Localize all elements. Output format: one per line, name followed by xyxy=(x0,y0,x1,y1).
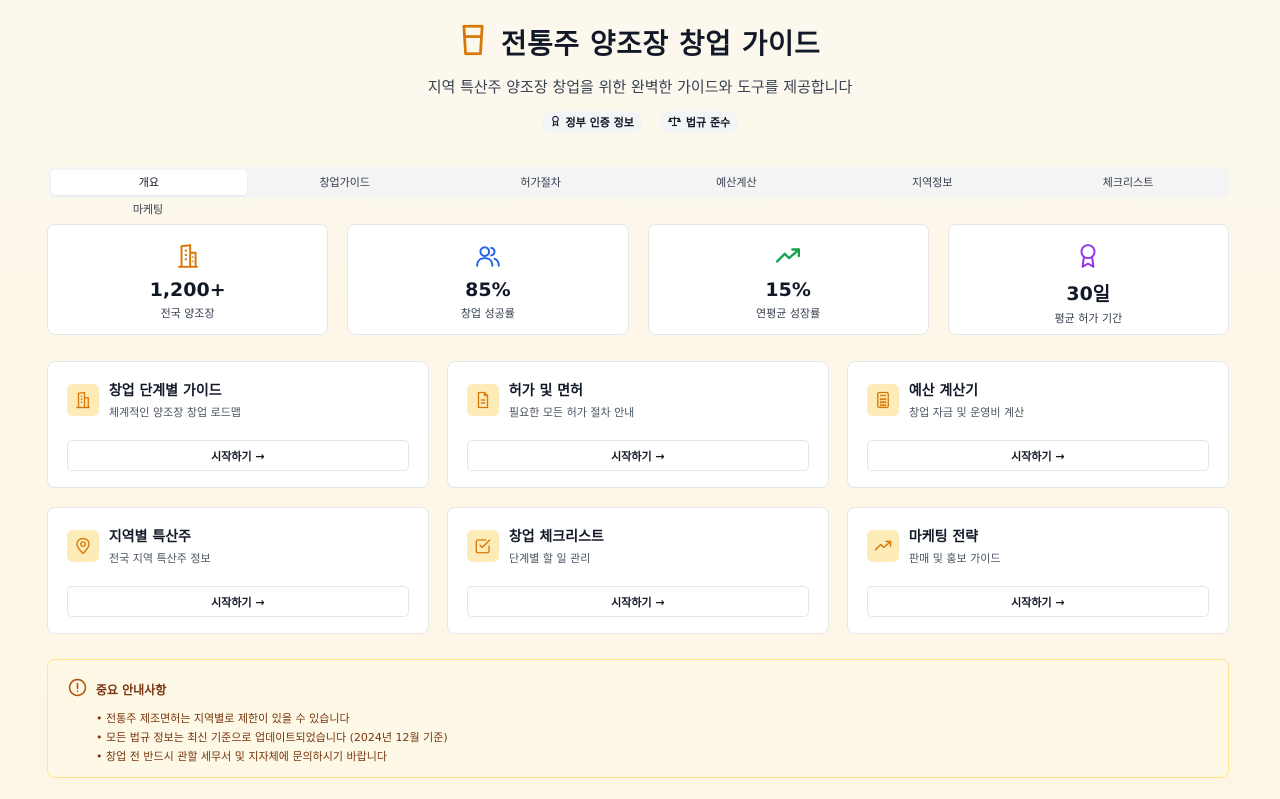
feature-card: 창업 단계별 가이드 체계적인 양조장 창업 로드맵 시작하기 → xyxy=(47,361,429,488)
building-icon xyxy=(175,243,201,273)
card-header: 지역별 특산주 전국 지역 특산주 정보 xyxy=(67,528,409,566)
card-description: 단계별 할 일 관리 xyxy=(509,552,591,565)
page-header: 전통주 양조장 창업 가이드 지역 특산주 양조장 창업을 위한 완벽한 가이드… xyxy=(0,0,1280,133)
start-button[interactable]: 시작하기 → xyxy=(467,440,809,471)
title-row: 전통주 양조장 창업 가이드 xyxy=(0,22,1280,62)
alert-circle-icon xyxy=(68,678,87,701)
card-text: 창업 체크리스트 단계별 할 일 관리 xyxy=(509,528,604,566)
notice-list: • 전통주 제조면허는 지역별로 제한이 있을 수 있습니다 • 모든 법규 정… xyxy=(68,709,1208,766)
feature-card: 창업 체크리스트 단계별 할 일 관리 시작하기 → xyxy=(447,507,829,634)
tab-regions[interactable]: 지역정보 xyxy=(834,170,1030,195)
card-text: 마케팅 전략 판매 및 홍보 가이드 xyxy=(909,528,1000,566)
start-button[interactable]: 시작하기 → xyxy=(467,586,809,617)
tab-overview[interactable]: 개요 xyxy=(51,170,247,195)
stat-card: 30일 평균 허가 기간 xyxy=(947,224,1229,335)
feature-cards: 창업 단계별 가이드 체계적인 양조장 창업 로드맵 시작하기 → 허가 및 면… xyxy=(47,361,1229,634)
start-button[interactable]: 시작하기 → xyxy=(867,440,1209,471)
card-text: 허가 및 면허 필요한 모든 허가 절차 안내 xyxy=(509,382,634,420)
card-header: 예산 계산기 창업 자금 및 운영비 계산 xyxy=(867,382,1209,420)
card-title: 예산 계산기 xyxy=(909,383,979,399)
page-title: 전통주 양조장 창업 가이드 xyxy=(501,27,821,60)
card-description: 전국 지역 특산주 정보 xyxy=(109,552,211,565)
building-icon xyxy=(67,384,99,416)
notice-item: • 창업 전 반드시 관할 세무서 및 지자체에 문의하시기 바랍니다 xyxy=(96,750,387,763)
document-icon xyxy=(467,384,499,416)
tab-startup-guide[interactable]: 창업가이드 xyxy=(247,170,443,195)
card-description: 판매 및 홍보 가이드 xyxy=(909,552,1001,565)
stat-value: 85% xyxy=(465,279,511,301)
beer-glass-icon xyxy=(459,24,487,60)
feature-card: 마케팅 전략 판매 및 홍보 가이드 시작하기 → xyxy=(847,507,1229,634)
stat-value: 30일 xyxy=(1066,283,1111,305)
card-text: 예산 계산기 창업 자금 및 운영비 계산 xyxy=(909,382,1024,420)
card-header: 허가 및 면허 필요한 모든 허가 절차 안내 xyxy=(467,382,809,420)
notice-title: 중요 안내사항 xyxy=(96,683,167,697)
feature-card: 지역별 특산주 전국 지역 특산주 정보 시작하기 → xyxy=(47,507,429,634)
stat-value: 1,200+ xyxy=(149,279,226,301)
card-title: 허가 및 면허 xyxy=(509,383,584,399)
start-button[interactable]: 시작하기 → xyxy=(867,586,1209,617)
tab-marketing[interactable]: 마케팅 xyxy=(48,201,248,217)
notice-item: • 전통주 제조면허는 지역별로 제한이 있을 수 있습니다 xyxy=(96,712,350,725)
badge-label: 정부 인증 정보 xyxy=(565,116,635,129)
map-pin-icon xyxy=(67,530,99,562)
tab-budget[interactable]: 예산계산 xyxy=(638,170,834,195)
scale-icon xyxy=(667,115,682,130)
start-button[interactable]: 시작하기 → xyxy=(67,586,409,617)
trending-up-icon xyxy=(775,243,801,273)
stat-card: 85% 창업 성공률 xyxy=(347,224,629,335)
card-title: 창업 체크리스트 xyxy=(509,529,605,545)
tab-bar: 개요 창업가이드 허가절차 예산계산 지역정보 체크리스트 xyxy=(48,167,1229,198)
stat-card: 15% 연평균 성장률 xyxy=(647,224,929,335)
stat-label: 평균 허가 기간 xyxy=(1054,312,1123,325)
stat-label: 창업 성공률 xyxy=(460,307,515,320)
badge-government-certified: 정부 인증 정보 xyxy=(541,111,643,133)
badge-label: 법규 준수 xyxy=(686,116,731,129)
stat-label: 전국 양조장 xyxy=(160,307,215,320)
card-description: 체계적인 양조장 창업 로드맵 xyxy=(109,406,241,419)
feature-card: 예산 계산기 창업 자금 및 운영비 계산 시작하기 → xyxy=(847,361,1229,488)
award-icon xyxy=(1075,243,1101,273)
badge-row: 정부 인증 정보 법규 준수 xyxy=(0,111,1280,133)
notice-box: 중요 안내사항 • 전통주 제조면허는 지역별로 제한이 있을 수 있습니다 •… xyxy=(47,659,1229,778)
card-header: 마케팅 전략 판매 및 홍보 가이드 xyxy=(867,528,1209,566)
stat-card: 1,200+ 전국 양조장 xyxy=(47,224,329,335)
card-title: 창업 단계별 가이드 xyxy=(109,383,222,399)
stats-row: 1,200+ 전국 양조장 85% 창업 성공률 15% 연평균 성장률 30일… xyxy=(47,224,1229,335)
users-icon xyxy=(475,243,501,273)
stat-value: 15% xyxy=(765,279,811,301)
feature-card: 허가 및 면허 필요한 모든 허가 절차 안내 시작하기 → xyxy=(447,361,829,488)
card-description: 창업 자금 및 운영비 계산 xyxy=(909,406,1025,419)
notice-item: • 모든 법규 정보는 최신 기준으로 업데이트되었습니다 (2024년 12월… xyxy=(96,731,448,744)
trending-up-icon xyxy=(867,530,899,562)
card-header: 창업 체크리스트 단계별 할 일 관리 xyxy=(467,528,809,566)
stat-label: 연평균 성장률 xyxy=(756,307,821,320)
card-title: 마케팅 전략 xyxy=(909,529,979,545)
card-text: 지역별 특산주 전국 지역 특산주 정보 xyxy=(109,528,211,566)
badge-legal-compliance: 법규 준수 xyxy=(660,111,739,133)
tab-permits[interactable]: 허가절차 xyxy=(443,170,639,195)
card-description: 필요한 모든 허가 절차 안내 xyxy=(509,406,635,419)
start-button[interactable]: 시작하기 → xyxy=(67,440,409,471)
award-icon xyxy=(550,115,561,130)
check-square-icon xyxy=(467,530,499,562)
card-header: 창업 단계별 가이드 체계적인 양조장 창업 로드맵 xyxy=(67,382,409,420)
calculator-icon xyxy=(867,384,899,416)
notice-header: 중요 안내사항 xyxy=(68,678,1208,701)
card-title: 지역별 특산주 xyxy=(109,529,192,545)
tab-checklist[interactable]: 체크리스트 xyxy=(1030,170,1226,195)
card-text: 창업 단계별 가이드 체계적인 양조장 창업 로드맵 xyxy=(109,382,241,420)
page-subtitle: 지역 특산주 양조장 창업을 위한 완벽한 가이드와 도구를 제공합니다 xyxy=(427,78,853,96)
